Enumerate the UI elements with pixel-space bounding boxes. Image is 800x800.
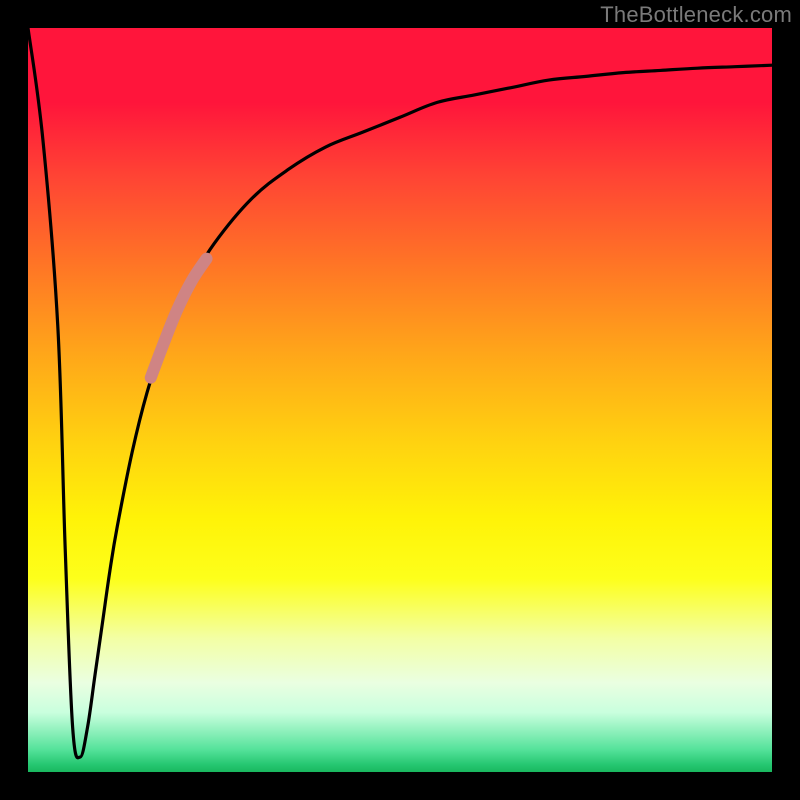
watermark-text: TheBottleneck.com bbox=[600, 2, 792, 28]
highlight-segment bbox=[151, 259, 207, 378]
plot-area bbox=[28, 28, 772, 772]
bottleneck-curve bbox=[28, 28, 772, 758]
chart-container: TheBottleneck.com bbox=[0, 0, 800, 800]
curve-layer bbox=[28, 28, 772, 772]
